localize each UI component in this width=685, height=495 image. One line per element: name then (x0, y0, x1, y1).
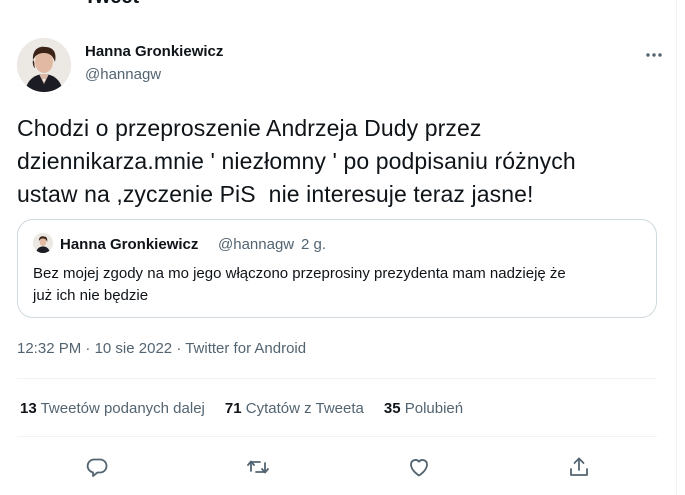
divider (17, 436, 657, 437)
quoted-author-name: Hanna Gronkiewicz (60, 236, 199, 253)
share-icon[interactable] (564, 452, 594, 482)
quoted-author-handle: @hannagw (218, 236, 295, 253)
meta-separator: · (85, 340, 91, 357)
retweets-count: 13 (20, 400, 37, 417)
meta-separator: · (176, 340, 182, 357)
quoted-text: Bez mojej zgody na mo jego włączono prze… (33, 265, 566, 304)
page-header-title: Tweet (84, 0, 139, 9)
quoted-tweet[interactable]: Hanna Gronkiewicz @hannagw · 2 g. Bez mo… (17, 219, 657, 318)
retweets-label: Tweetów podanych dalej (40, 400, 205, 417)
divider (17, 378, 657, 379)
tweet-text: Chodzi o przeproszenie Andrzeja Dudy prz… (17, 115, 576, 207)
quotes-stat[interactable]: 71 Cytatów z Tweeta (225, 400, 364, 417)
retweet-icon[interactable] (243, 452, 273, 482)
retweets-stat[interactable]: 13 Tweetów podanych dalej (20, 400, 205, 417)
quoted-avatar (33, 233, 53, 253)
more-icon[interactable] (641, 42, 667, 68)
quoted-age: 2 g. (301, 236, 327, 253)
likes-stat[interactable]: 35 Polubień (384, 400, 463, 417)
avatar[interactable] (17, 38, 71, 92)
tweet-header: Hanna Gronkiewicz @hannagw (17, 38, 667, 94)
tweet-stats: 13 Tweetów podanych dalej 71 Cytatów z T… (20, 400, 463, 417)
timeline-border (676, 0, 685, 495)
quotes-label: Cytatów z Tweeta (245, 400, 364, 417)
author-name[interactable]: Hanna Gronkiewicz (85, 43, 223, 60)
author-handle[interactable]: @hannagw (85, 66, 161, 83)
quotes-count: 71 (224, 400, 242, 417)
like-icon[interactable] (404, 452, 434, 482)
likes-count: 35 (383, 400, 401, 417)
tweet-source[interactable]: Twitter for Android (185, 340, 306, 357)
tweet-time[interactable]: 12:32 PM (17, 340, 81, 357)
tweet-actions (0, 452, 685, 482)
likes-label: Polubień (404, 400, 464, 417)
reply-icon[interactable] (82, 452, 112, 482)
quoted-separator: · (290, 236, 295, 253)
tweet-meta: 12:32 PM · 10 sie 2022 · Twitter for And… (17, 340, 306, 357)
tweet-date[interactable]: 10 sie 2022 (95, 340, 173, 357)
